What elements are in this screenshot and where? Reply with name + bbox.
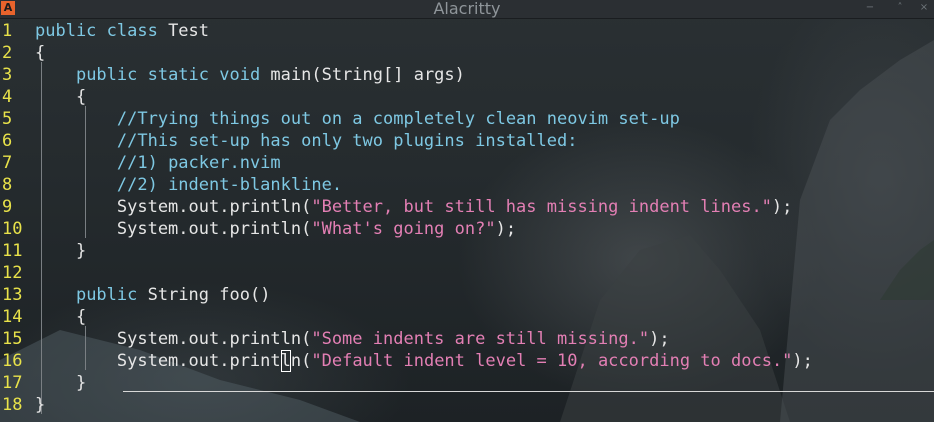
code-text[interactable]: }	[35, 372, 86, 394]
code-text[interactable]: //This set-up has only two plugins insta…	[35, 130, 578, 152]
code-token: "What's going on?"	[311, 219, 496, 239]
code-token: public static void	[75, 65, 271, 85]
code-token: System.out.println(	[35, 329, 312, 349]
code-token: //Trying things out on a completely clea…	[116, 109, 680, 129]
line-number: 8	[2, 175, 13, 195]
code-token: main(String[] args)	[270, 65, 465, 85]
code-token: }	[35, 373, 87, 393]
code-text[interactable]: System.out.println("Some indents are sti…	[35, 328, 670, 350]
maximize-button[interactable]: ˄	[894, 2, 906, 14]
neovim-editor-buffer[interactable]: 1 public class Test 2 {3 public static void…	[0, 20, 934, 422]
window-titlebar[interactable]: A Alacritty − ˄ ×	[0, 0, 934, 19]
code-token: public	[75, 285, 148, 305]
code-token: System.out.print	[35, 351, 281, 371]
code-token: {	[35, 307, 87, 327]
line-number: 10	[2, 219, 23, 239]
close-button[interactable]: ×	[918, 2, 930, 14]
code-token: );	[771, 197, 793, 217]
code-token: //2) indent-blankline.	[116, 175, 343, 195]
code-token: );	[495, 219, 517, 239]
line-number: 18	[2, 395, 23, 415]
code-token: "Some indents are still missing."	[311, 329, 650, 349]
code-text[interactable]: public String foo()	[35, 284, 270, 306]
code-token: public class	[35, 21, 169, 41]
code-text[interactable]: System.out.println("Better, but still ha…	[35, 196, 793, 218]
code-token: {	[35, 87, 87, 107]
code-token: );	[792, 351, 813, 371]
line-number: 6	[2, 131, 13, 151]
line-number: 16	[2, 351, 23, 371]
code-token: System.out.println(	[35, 197, 312, 217]
line-number: 7	[2, 153, 13, 173]
code-text[interactable]: //2) indent-blankline.	[35, 174, 342, 196]
code-text[interactable]: }	[35, 240, 86, 262]
code-token: }	[35, 241, 87, 261]
cursorline-underline	[123, 391, 934, 392]
code-text[interactable]: public class Test	[35, 20, 209, 42]
line-number: 17	[2, 373, 23, 393]
line-number: 11	[2, 241, 23, 261]
line-number: 9	[2, 197, 13, 217]
code-token: );	[649, 329, 670, 349]
minimize-button[interactable]: −	[864, 2, 876, 14]
window-title: Alacritty	[433, 0, 501, 18]
line-number: 14	[2, 307, 23, 327]
line-number: 2	[2, 43, 13, 63]
code-text[interactable]: {	[35, 42, 45, 64]
code-token: "Better, but still has missing indent li…	[311, 197, 772, 217]
line-number: 12	[2, 263, 23, 283]
code-text[interactable]: //1) packer.nvim	[35, 152, 281, 174]
code-token: Test	[168, 21, 210, 41]
code-text[interactable]: {	[35, 306, 86, 328]
code-text[interactable]: System.out.println("Default indent level…	[35, 350, 813, 372]
code-text[interactable]: //Trying things out on a completely clea…	[35, 108, 680, 130]
code-text[interactable]: public static void main(String[] args)	[35, 64, 465, 86]
code-token: System.out.println(	[35, 219, 312, 239]
code-token: //This set-up has only two plugins insta…	[116, 131, 578, 151]
code-token: "Default indent level = 10, according to…	[311, 351, 793, 371]
code-text[interactable]: }	[35, 394, 45, 416]
line-number: 15	[2, 329, 23, 349]
line-number: 4	[2, 87, 13, 107]
code-text[interactable]: System.out.println("What's going on?");	[35, 218, 516, 240]
code-token: //1) packer.nvim	[116, 153, 281, 173]
code-token: String foo()	[147, 285, 271, 305]
code-token: }	[35, 395, 46, 415]
line-number: 3	[2, 65, 13, 85]
code-text[interactable]: {	[35, 86, 86, 108]
code-token: {	[35, 43, 46, 63]
line-number: 5	[2, 109, 13, 129]
line-number: 13	[2, 285, 23, 305]
line-number: 1	[2, 21, 13, 41]
text-cursor: l	[280, 350, 291, 372]
code-token: n(	[290, 351, 312, 371]
